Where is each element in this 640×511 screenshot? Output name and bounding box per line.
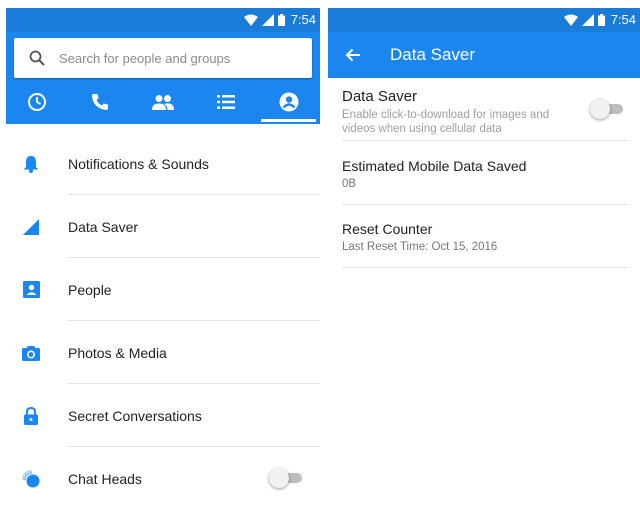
back-arrow-icon (345, 48, 360, 62)
menu-item-photos-media[interactable]: Photos & Media (6, 321, 320, 384)
clock-icon (28, 93, 47, 111)
cell-signal-icon (581, 13, 594, 26)
menu-item-secret-conversations[interactable]: Secret Conversations (6, 384, 320, 447)
status-icons: 7:54 (243, 12, 316, 27)
data-saver-setting[interactable]: Data Saver Enable click-to-download for … (328, 78, 628, 141)
data-saver-screen: 7:54 Data Saver Data Saver Enable click-… (328, 8, 640, 511)
page-title: Data Saver (390, 45, 476, 64)
tab-calls[interactable] (69, 82, 132, 122)
toolbar: Data Saver (328, 32, 640, 78)
contact-card-icon (6, 281, 68, 298)
wifi-icon (563, 14, 578, 26)
menu-label: People (68, 281, 112, 298)
people-icon (151, 95, 174, 110)
status-icons: 7:54 (563, 12, 636, 27)
data-saver-settings: Data Saver Enable click-to-download for … (328, 78, 628, 268)
setting-title: Reset Counter (342, 221, 433, 237)
menu-item-data-saver[interactable]: Data Saver (6, 195, 320, 258)
cell-signal-icon (261, 13, 274, 26)
toggle-thumb (590, 99, 610, 119)
wifi-icon (243, 14, 258, 26)
status-time: 7:54 (610, 12, 636, 27)
bell-icon (6, 155, 68, 173)
chat-heads-icon (6, 469, 68, 488)
reset-counter-setting[interactable]: Reset Counter Last Reset Time: Oct 15, 2… (328, 205, 628, 268)
lock-icon (6, 406, 68, 425)
profile-icon (279, 92, 299, 112)
signal-icon (6, 218, 68, 236)
menu-label: Notifications & Sounds (68, 155, 209, 172)
menu-item-chat-heads[interactable]: Chat Heads (6, 447, 320, 510)
search-placeholder: Search for people and groups (59, 50, 231, 66)
menu-label: Photos & Media (68, 344, 167, 361)
status-time: 7:54 (290, 12, 316, 27)
tab-groups[interactable] (194, 82, 257, 122)
setting-title: Data Saver (342, 88, 418, 105)
setting-subtitle: Last Reset Time: Oct 15, 2016 (342, 241, 498, 253)
menu-label: Secret Conversations (68, 407, 202, 424)
menu-item-people[interactable]: People (6, 258, 320, 321)
camera-icon (6, 345, 68, 361)
tab-recent[interactable] (6, 82, 69, 122)
messenger-settings-screen: 7:54 Search for people and groups Notifi… (6, 8, 320, 511)
tab-profile[interactable] (257, 82, 320, 122)
setting-subtitle: Enable click-to-download for images and … (342, 109, 550, 135)
search-input[interactable]: Search for people and groups (14, 38, 312, 78)
status-bar: 7:54 (328, 8, 640, 32)
setting-title: Estimated Mobile Data Saved (342, 158, 527, 174)
menu-label: Data Saver (68, 218, 139, 235)
menu-label: Chat Heads (68, 470, 142, 487)
data-saver-toggle[interactable] (590, 99, 624, 119)
menu-item-notifications[interactable]: Notifications & Sounds (6, 132, 320, 195)
tab-people[interactable] (132, 82, 195, 122)
app-header: Search for people and groups (6, 32, 320, 124)
tab-bar (6, 82, 320, 122)
status-bar: 7:54 (6, 8, 320, 32)
divider (342, 267, 628, 268)
search-icon (29, 50, 45, 66)
estimated-data-saved-setting: Estimated Mobile Data Saved 0B (328, 141, 628, 205)
list-icon (216, 95, 235, 109)
toggle-thumb (269, 468, 289, 488)
settings-menu: Notifications & Sounds Data Saver People… (6, 132, 320, 510)
battery-icon (277, 13, 285, 26)
chat-heads-toggle[interactable] (269, 468, 303, 488)
phone-icon (92, 94, 109, 110)
battery-icon (597, 13, 605, 26)
back-button[interactable] (328, 48, 378, 62)
setting-value: 0B (342, 178, 357, 190)
